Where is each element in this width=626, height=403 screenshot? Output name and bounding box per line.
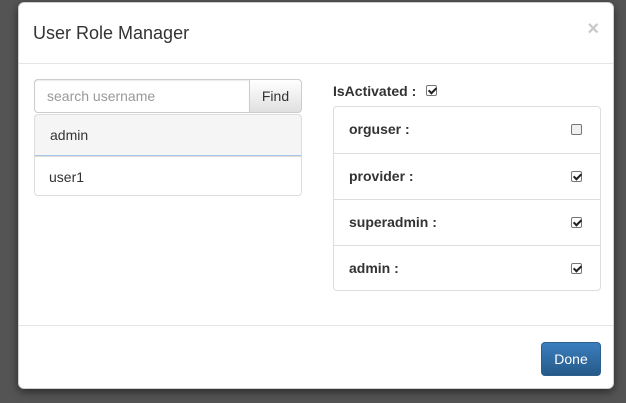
- role-label: admin :: [349, 260, 399, 276]
- role-row-superadmin: superadmin :: [334, 199, 600, 245]
- user-role-manager-dialog: User Role Manager × Find admin user1 IsA…: [18, 2, 614, 389]
- user-list: admin user1: [34, 114, 302, 196]
- role-label: provider :: [349, 168, 414, 184]
- role-label: superadmin :: [349, 214, 437, 230]
- role-checkbox-admin[interactable]: [571, 263, 582, 274]
- modal-header: User Role Manager ×: [19, 3, 613, 64]
- roles-panel: orguser : provider : superadmin : admin …: [333, 106, 601, 291]
- role-label: orguser :: [349, 121, 410, 137]
- list-item-user1[interactable]: user1: [35, 156, 301, 195]
- role-checkbox-provider[interactable]: [571, 171, 582, 182]
- search-input[interactable]: [34, 79, 249, 113]
- modal-footer: Done: [19, 325, 613, 390]
- role-checkbox-orguser[interactable]: [571, 124, 582, 135]
- role-checkbox-superadmin[interactable]: [571, 217, 582, 228]
- search-group: Find: [34, 79, 302, 113]
- close-icon[interactable]: ×: [587, 19, 599, 39]
- is-activated-checkbox[interactable]: [426, 85, 437, 96]
- list-item-admin[interactable]: admin: [35, 115, 301, 156]
- done-button[interactable]: Done: [541, 342, 601, 376]
- modal-title: User Role Manager: [33, 23, 190, 43]
- role-row-provider: provider :: [334, 153, 600, 199]
- role-row-admin: admin :: [334, 245, 600, 291]
- role-row-orguser: orguser :: [334, 107, 600, 153]
- is-activated-label: IsActivated :: [333, 83, 417, 99]
- find-button[interactable]: Find: [249, 79, 302, 113]
